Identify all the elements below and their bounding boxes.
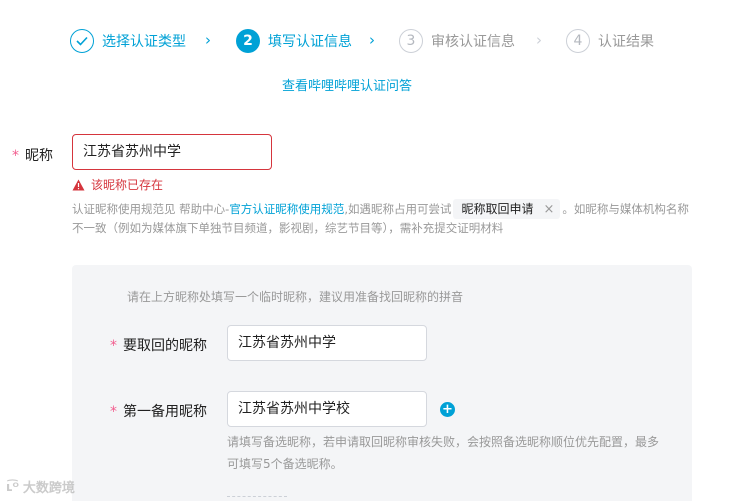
nickname-error: 该昵称已存在 — [72, 176, 163, 193]
nickname-error-text: 该昵称已存在 — [91, 178, 164, 192]
retrieve-hint: 请在上方昵称处填写一个临时昵称，建议用准备找回昵称的拼音 — [127, 290, 464, 304]
step-2: 2 填写认证信息 — [236, 28, 352, 54]
watermark-text: 大数跨境 — [22, 481, 75, 496]
nickname-label: * 昵称 — [12, 145, 53, 165]
nickname-rules-link[interactable]: 官方认证昵称使用规范 — [229, 202, 344, 216]
step-indicator: 选择认证类型 › 2 填写认证信息 › 3 审核认证信息 › 4 认证结果 — [70, 28, 670, 54]
help-text: ,如遇昵称占用可尝试 — [344, 202, 452, 216]
watermark: ʟ͡ᴼ 大数跨境 — [6, 477, 75, 497]
watermark-logo-icon: ʟ͡ᴼ — [6, 479, 19, 494]
step-2-number: 2 — [236, 29, 260, 53]
step-4: 4 认证结果 — [566, 28, 654, 54]
step-3: 3 审核认证信息 — [399, 28, 515, 54]
target-nickname-label: * 要取回的昵称 — [110, 335, 207, 355]
nickname-input[interactable]: 江苏省苏州中学 — [72, 134, 272, 170]
step-1: 选择认证类型 — [70, 28, 186, 54]
step-3-label: 审核认证信息 — [431, 34, 515, 50]
help-text: 认证昵称使用规范见 帮助中心- — [72, 202, 230, 216]
chevron-right-icon: › — [536, 31, 542, 49]
step-4-label: 认证结果 — [598, 34, 654, 50]
backup-nickname-input[interactable]: 江苏省苏州中学校 — [227, 391, 427, 427]
retrieve-tag-label: 昵称取回申请 — [461, 202, 534, 216]
next-field-peek — [227, 496, 287, 497]
target-nickname-label-text: 要取回的昵称 — [123, 338, 207, 354]
target-nickname-input[interactable]: 江苏省苏州中学 — [227, 325, 427, 361]
nickname-help: 认证昵称使用规范见 帮助中心-官方认证昵称使用规范,如遇昵称占用可尝试 昵称取回申… — [72, 199, 697, 237]
required-mark: * — [110, 404, 117, 420]
backup-nickname-label: * 第一备用昵称 — [110, 401, 207, 421]
warning-icon — [72, 179, 85, 190]
chevron-right-icon: › — [369, 31, 375, 49]
nickname-label-text: 昵称 — [25, 148, 53, 164]
close-icon[interactable]: × — [543, 202, 554, 217]
backup-help: 请填写备选昵称，若申请取回昵称审核失败，会按照备选昵称顺位优先配置，最多可填写5… — [227, 435, 660, 471]
required-mark: * — [12, 148, 19, 164]
backup-nickname-label-text: 第一备用昵称 — [123, 404, 207, 420]
retrieve-nickname-tag[interactable]: 昵称取回申请 × — [453, 199, 561, 219]
step-3-number: 3 — [399, 29, 423, 53]
step-1-label: 选择认证类型 — [102, 34, 186, 50]
add-icon[interactable]: + — [440, 402, 455, 417]
check-icon — [70, 29, 94, 53]
step-2-label: 填写认证信息 — [268, 34, 352, 50]
faq-link[interactable]: 查看哔哩哔哩认证问答 — [282, 75, 412, 94]
retrieve-panel: 请在上方昵称处填写一个临时昵称，建议用准备找回昵称的拼音 * 要取回的昵称 江苏省… — [72, 265, 692, 501]
required-mark: * — [110, 338, 117, 354]
chevron-right-icon: › — [205, 31, 211, 49]
step-4-number: 4 — [566, 29, 590, 53]
